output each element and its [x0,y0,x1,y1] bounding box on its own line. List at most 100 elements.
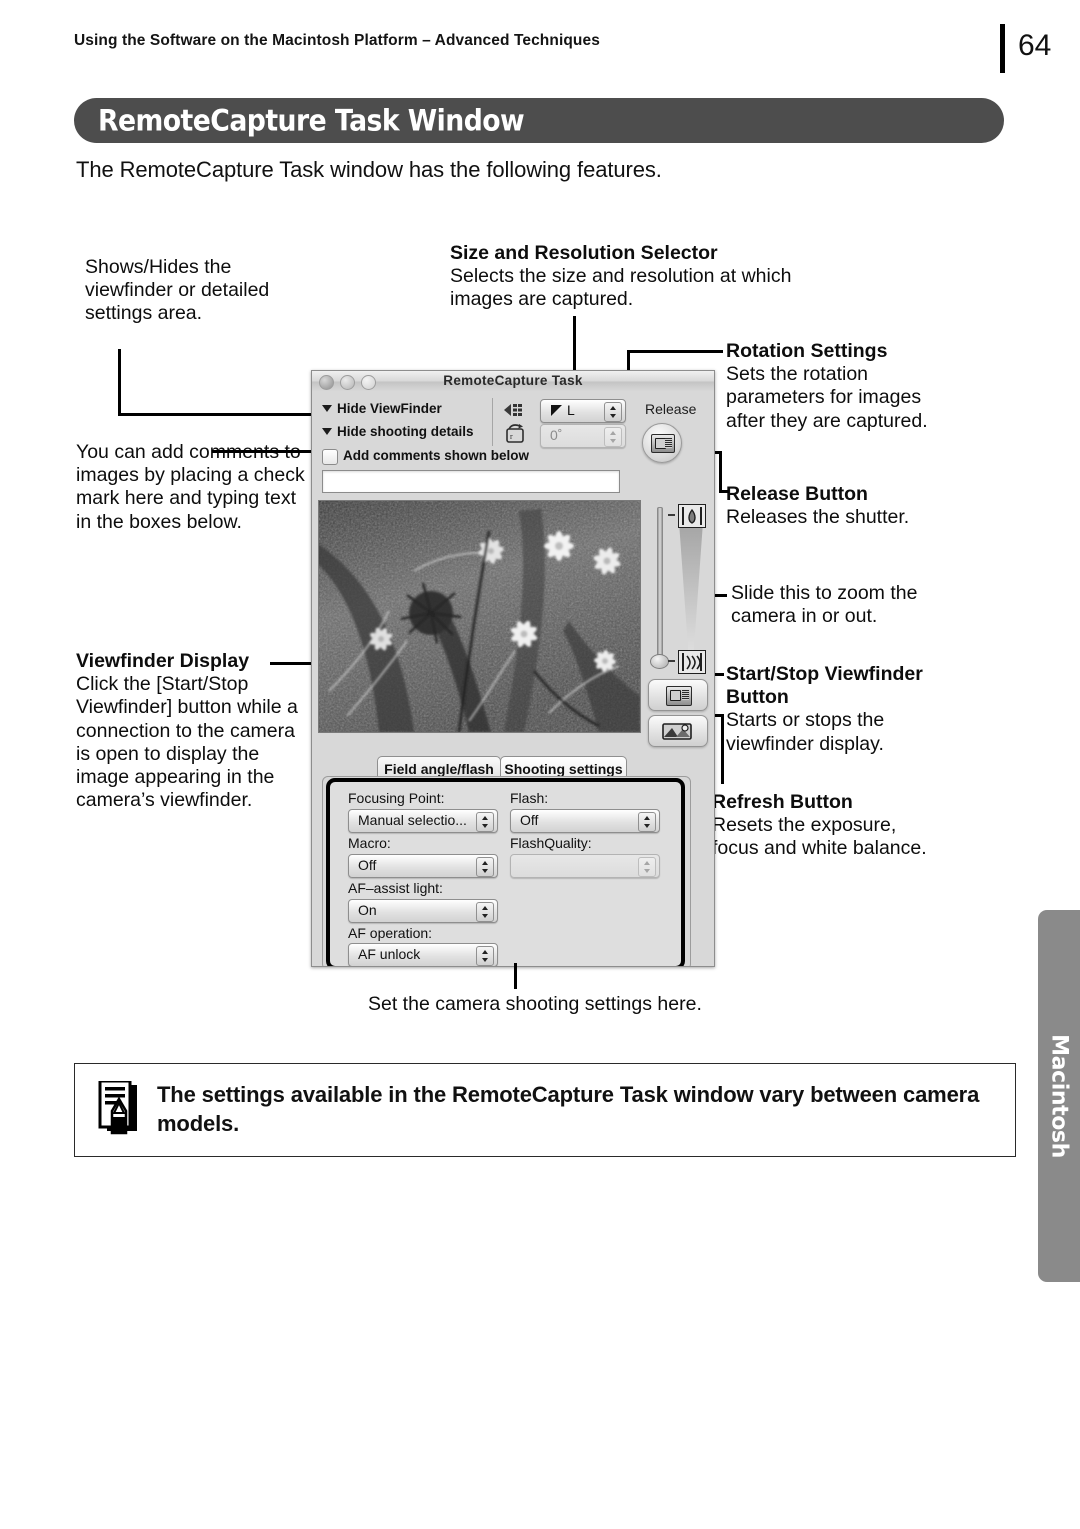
annotation-rotation-settings-body: Sets the rotation parameters for images … [726,363,928,432]
focusing-point-selector[interactable]: Manual selectio... [348,809,498,833]
focusing-point-stepper[interactable] [476,812,494,832]
focusing-point-value: Manual selectio... [358,812,467,828]
camera-lens-icon [670,690,681,701]
comments-input[interactable] [322,470,620,493]
af-assist-light-selector[interactable]: On [348,899,498,923]
rotation-stepper[interactable] [604,427,622,447]
hide-shooting-details-label: Hide shooting details [337,424,474,439]
intro-paragraph: The RemoteCapture Task window has the fo… [76,157,662,182]
add-comments-checkbox[interactable] [322,449,338,465]
annotation-rotation-settings: Rotation Settings Sets the rotation para… [726,340,946,433]
annotation-release-button-heading: Release Button [726,483,868,505]
annotation-zoom-slider: Slide this to zoom the camera in or out. [731,582,918,628]
af-assist-light-stepper[interactable] [476,902,494,922]
page-number-rule [1000,24,1005,73]
annotation-shows-hides: Shows/Hides the viewfinder or detailed s… [85,256,270,325]
rotation-settings-selector[interactable]: 0˚ [540,424,626,448]
annotation-size-resolution: Size and Resolution Selector Selects the… [450,242,850,312]
flash-quality-stepper[interactable] [638,857,656,877]
annotation-refresh-button-body: Resets the exposure, focus and white bal… [712,814,927,860]
annotation-rotation-settings-heading: Rotation Settings [726,340,888,362]
size-resolution-stepper[interactable] [604,402,622,422]
side-tab-macintosh: Macintosh [1038,910,1080,1282]
leader-add-comments [212,450,324,453]
macro-value: Off [358,857,377,873]
add-comments-label: Add comments shown below [343,448,530,463]
size-resolution-selector[interactable]: L [540,399,626,423]
annotation-viewfinder-display-body: Click the [Start/Stop Viewfinder] button… [76,673,298,812]
tab-field-angle-flash-label: Field angle/flash [384,760,494,777]
af-operation-stepper[interactable] [476,946,494,966]
leader-refresh-vertical [721,714,724,784]
zoom-tele-tick [668,514,675,516]
rotation-settings-icon: r [506,424,524,443]
size-resolution-value: L [567,402,575,418]
leader-shows-hides-horizontal [118,413,313,416]
tab-shooting-settings-label: Shooting settings [504,760,623,777]
macro-selector[interactable]: Off [348,854,498,878]
focusing-point-label: Focusing Point: [348,790,445,806]
annotation-start-stop-viewfinder-body: Starts or stops the viewfinder display. [726,709,885,755]
zoom-wide-tick [668,660,675,662]
note-text: The settings available in the RemoteCapt… [157,1082,980,1136]
flash-selector[interactable]: Off [510,809,660,833]
macro-label: Macro: [348,835,391,851]
flash-quality-label: FlashQuality: [510,835,592,851]
note-box: The settings available in the RemoteCapt… [74,1063,1016,1157]
leader-release-vertical [719,451,722,493]
macro-stepper[interactable] [476,857,494,877]
annotation-viewfinder-display: Viewfinder Display Click the [Start/Stop… [76,650,311,812]
size-resolution-icon [504,404,522,416]
side-tab-label: Macintosh [1046,1034,1072,1158]
rotation-value: 0˚ [550,427,563,443]
chevron-down-icon [322,428,332,435]
toolbar-divider [492,398,493,446]
viewfinder-display [318,500,641,733]
flash-stepper[interactable] [638,812,656,832]
start-stop-viewfinder-button[interactable] [648,679,708,711]
af-assist-light-value: On [358,902,377,918]
af-operation-selector[interactable]: AF unlock [348,943,498,966]
camera-strip-icon [682,690,689,700]
hide-shooting-details-toggle[interactable]: Hide shooting details [322,424,474,439]
remotecapture-task-window: RemoteCapture Task Hide ViewFinder Hide … [311,370,715,967]
section-title-bar: RemoteCapture Task Window [74,98,1004,143]
refresh-button[interactable] [648,715,708,747]
note-icon [98,1081,137,1135]
page-root: Using the Software on the Macintosh Plat… [0,0,1080,1529]
wideangle-icon [678,650,706,674]
af-assist-light-label: AF–assist light: [348,880,443,896]
settings-panel: Focusing Point: Manual selectio... Macro… [326,778,685,966]
annotation-size-resolution-body: Selects the size and resolution at which… [450,265,792,311]
zoom-range-wedge [679,522,703,662]
camera-icon [666,686,692,706]
af-operation-label: AF operation: [348,925,433,941]
annotation-refresh-button: Refresh Button Resets the exposure, focu… [712,791,927,861]
telephoto-icon [678,504,706,528]
leader-rotation-horizontal-top [627,350,723,353]
release-label: Release [645,401,697,417]
flash-value: Off [520,812,539,828]
caption-shooting-settings: Set the camera shooting settings here. [368,993,702,1015]
flash-label: Flash: [510,790,549,806]
af-operation-value: AF unlock [358,946,421,962]
zoom-slider-knob[interactable] [650,654,669,669]
flash-quality-selector[interactable] [510,854,660,878]
zoom-slider-track[interactable] [657,507,663,667]
window-title: RemoteCapture Task [443,373,583,388]
window-titlebar: RemoteCapture Task [312,371,714,393]
running-head: Using the Software on the Macintosh Plat… [74,32,600,49]
annotation-start-stop-viewfinder: Start/Stop Viewfinder Button Starts or s… [726,663,951,756]
page-number: 64 [1018,29,1052,62]
annotation-add-comments: You can add comments to images by placin… [76,441,305,533]
hide-viewfinder-label: Hide ViewFinder [337,401,442,416]
release-button[interactable] [642,423,682,463]
hide-viewfinder-toggle[interactable]: Hide ViewFinder [322,401,442,416]
section-title: RemoteCapture Task Window [98,102,525,137]
annotation-size-resolution-heading: Size and Resolution Selector [450,242,718,264]
chevron-down-icon [322,405,332,412]
svg-text:r: r [510,432,513,441]
annotation-release-button-body: Releases the shutter. [726,506,910,529]
window-body: Hide ViewFinder Hide shooting details L [312,392,714,966]
leader-shows-hides-vertical [118,349,121,415]
